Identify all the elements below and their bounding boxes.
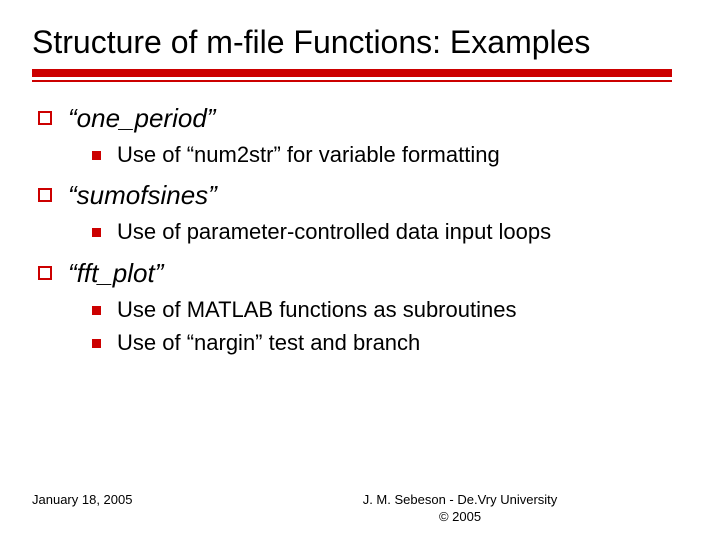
square-bullet-icon bbox=[38, 188, 52, 202]
sub-list-item-label: Use of MATLAB functions as subroutines bbox=[117, 295, 516, 325]
filled-square-bullet-icon bbox=[92, 306, 101, 315]
sub-list-item-label: Use of “num2str” for variable formatting bbox=[117, 140, 500, 170]
square-bullet-icon bbox=[38, 111, 52, 125]
bullet-list: “one_period” Use of “num2str” for variab… bbox=[32, 102, 688, 358]
footer-author: J. M. Sebeson - De.Vry University bbox=[232, 492, 688, 509]
filled-square-bullet-icon bbox=[92, 228, 101, 237]
slide-footer: January 18, 2005 J. M. Sebeson - De.Vry … bbox=[32, 492, 688, 526]
footer-copyright: © 2005 bbox=[232, 509, 688, 526]
title-underline-thin bbox=[32, 80, 672, 82]
footer-author-block: J. M. Sebeson - De.Vry University © 2005 bbox=[232, 492, 688, 526]
list-item-label: “one_period” bbox=[68, 102, 215, 136]
footer-date: January 18, 2005 bbox=[32, 492, 232, 526]
list-item: “fft_plot” Use of MATLAB functions as su… bbox=[32, 257, 688, 358]
sub-list-item: Use of MATLAB functions as subroutines bbox=[92, 295, 688, 325]
sub-list-item: Use of “nargin” test and branch bbox=[92, 328, 688, 358]
slide: Structure of m-file Functions: Examples … bbox=[0, 0, 720, 540]
sub-list-item-label: Use of “nargin” test and branch bbox=[117, 328, 420, 358]
sub-list-item: Use of parameter-controlled data input l… bbox=[92, 217, 688, 247]
list-item-label: “fft_plot” bbox=[68, 257, 163, 291]
sub-list: Use of MATLAB functions as subroutines U… bbox=[92, 295, 688, 358]
filled-square-bullet-icon bbox=[92, 339, 101, 348]
sub-list: Use of parameter-controlled data input l… bbox=[92, 217, 688, 247]
list-item: “sumofsines” Use of parameter-controlled… bbox=[32, 179, 688, 246]
list-item: “one_period” Use of “num2str” for variab… bbox=[32, 102, 688, 169]
sub-list-item-label: Use of parameter-controlled data input l… bbox=[117, 217, 551, 247]
sub-list-item: Use of “num2str” for variable formatting bbox=[92, 140, 688, 170]
sub-list: Use of “num2str” for variable formatting bbox=[92, 140, 688, 170]
title-underline-thick bbox=[32, 69, 672, 77]
slide-title: Structure of m-file Functions: Examples bbox=[32, 24, 688, 61]
list-item-label: “sumofsines” bbox=[68, 179, 217, 213]
square-bullet-icon bbox=[38, 266, 52, 280]
filled-square-bullet-icon bbox=[92, 151, 101, 160]
